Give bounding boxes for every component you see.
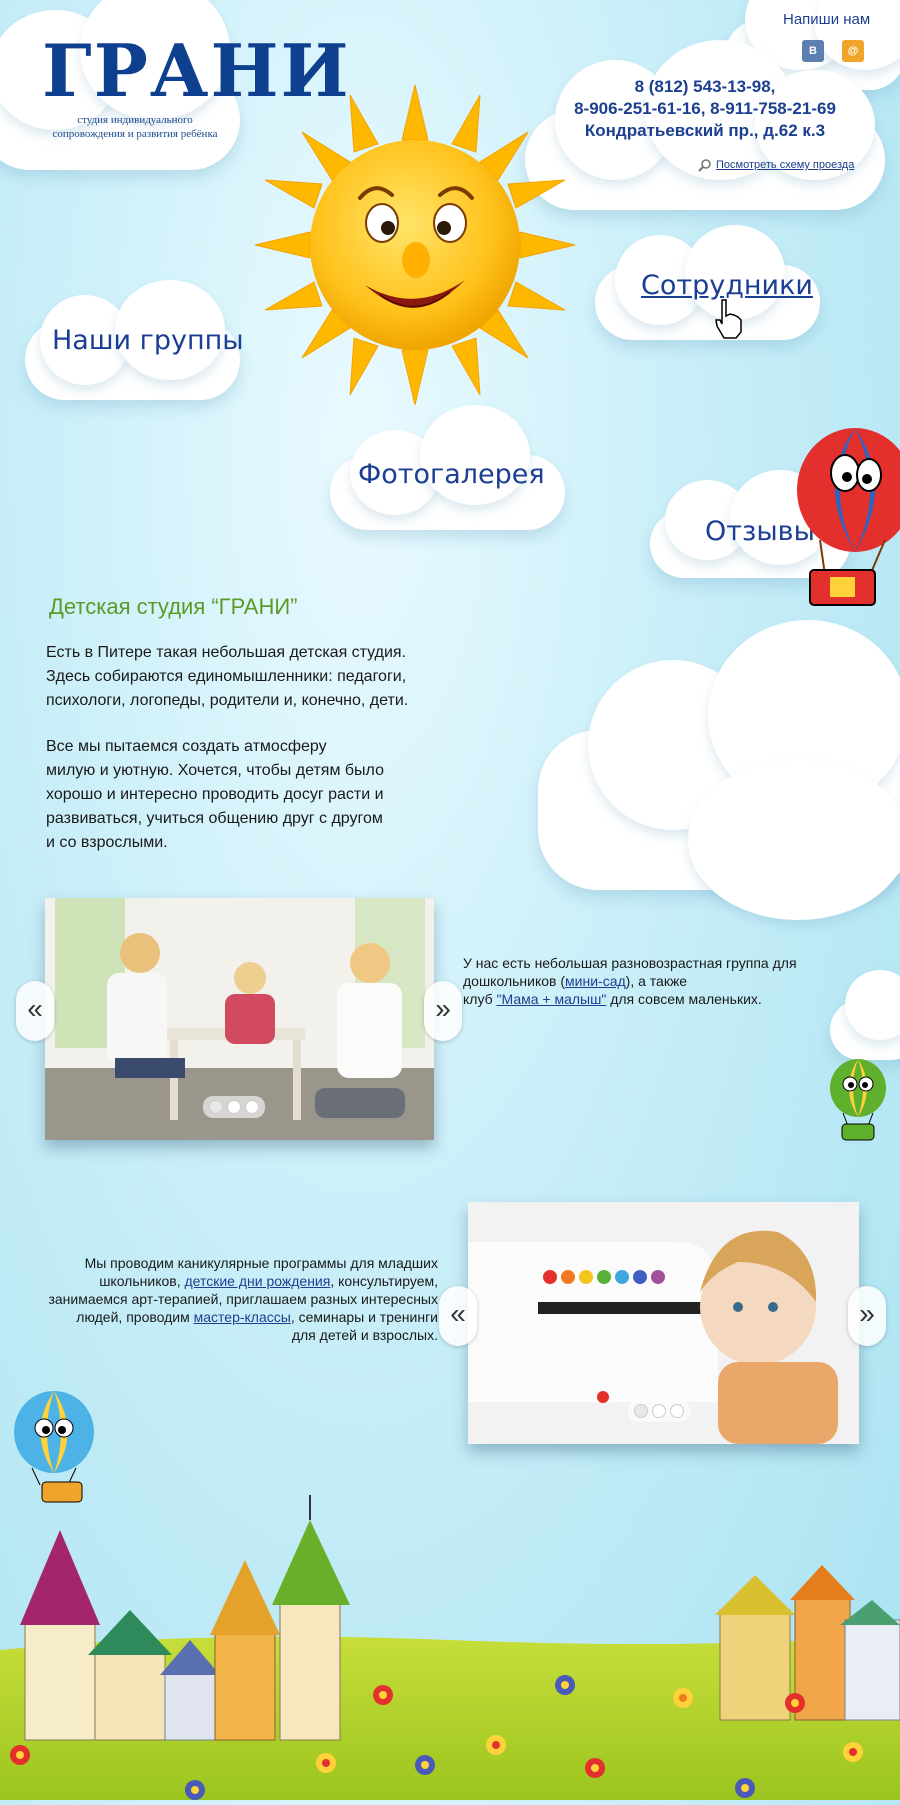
block1-line2: дошкольников (мини-сад), а также [463,972,863,990]
balloon-green-yellow [828,1058,888,1143]
slider2-next-button[interactable]: » [848,1286,886,1346]
block2-line5: для детей и взрослых. [291,1327,438,1343]
phone-1: 8 (812) 543-13-98, [634,77,776,96]
logo-subtitle: студия индивидуального сопровождения и р… [40,113,230,141]
block2-line2: школьников, детские дни рождения, консул… [20,1272,438,1290]
slider1-dot-3[interactable] [245,1100,259,1114]
intro-p2-line5: и со взрослыми. [46,834,168,851]
logo-subtitle-line2: сопровождения и развития ребёнка [52,128,218,140]
slider2-dot-2[interactable] [652,1404,666,1418]
footer-landscape [0,1490,900,1800]
hand-cursor-icon [714,298,744,340]
block2-line4: людей, проводим мастер-классы, семинары … [20,1308,438,1326]
block2-line3: занимаемся арт-терапией, приглашаем разн… [48,1291,438,1307]
nav-staff[interactable]: Сотрудники [641,270,813,301]
intro-p2-line2: милую и уютную. Хочется, чтобы детям был… [46,762,384,779]
nav-groups[interactable]: Наши группы [52,325,244,356]
phone-2: 8-906-251-61-16, 8-911-758-21-69 [574,99,836,118]
block2-line2-a: школьников, [99,1273,185,1289]
map-link-row[interactable]: Посмотреть схему проезда [698,158,854,172]
balloon-red-blue [795,425,900,610]
map-link[interactable]: Посмотреть схему проезда [716,159,854,171]
mini-sad-link[interactable]: мини-сад [565,973,626,989]
master-class-link[interactable]: мастер-классы [194,1309,291,1325]
block2-line4-a: людей, проводим [76,1309,194,1325]
balloon-blue-yellow [12,1390,97,1505]
intro-p1-line1: Есть в Питере такая небольшая детская ст… [46,644,407,661]
block1-line3: клуб "Мама + малыш" для совсем маленьких… [463,990,863,1008]
block2-text: Мы проводим каникулярные программы для м… [20,1254,438,1344]
slider1-next-button[interactable]: » [424,981,462,1041]
cloud-large-right [538,620,900,920]
mama-malysh-link[interactable]: "Мама + малыш" [497,991,607,1007]
slider2-prev-button[interactable]: « [439,1286,477,1346]
slider1-pagination [203,1096,265,1118]
block2-line4-b: , семинары и тренинги [290,1309,438,1325]
slider2-dot-1[interactable] [634,1404,648,1418]
slider2-pagination [628,1400,690,1422]
intro-p2-line4: развиваться, учиться общению друг с друг… [46,810,383,827]
block1-line1: У нас есть небольшая разновозрастная гру… [463,955,797,971]
sun-illustration [250,80,580,410]
slider1-dot-1[interactable] [209,1100,223,1114]
block1-line2-b: ), а также [625,973,688,989]
slider2-dot-3[interactable] [670,1404,684,1418]
intro-p2-line1: Все мы пытаемся создать атмосферу [46,738,327,755]
vk-icon[interactable]: В [802,40,824,62]
intro-p1-line2: Здесь собираются единомышленники: педаго… [46,668,407,685]
write-us-label: Напиши нам [783,11,871,28]
intro-p1-line3: психологи, логопеды, родители и, конечно… [46,692,409,709]
block2-line1: Мы проводим каникулярные программы для м… [84,1255,438,1271]
address: Кондратьевский пр., д.62 к.3 [584,121,826,140]
block1-line3-b: для совсем маленьких. [606,991,762,1007]
slider1-dot-2[interactable] [227,1100,241,1114]
nav-gallery[interactable]: Фотогалерея [358,459,545,490]
intro-paragraph-1: Есть в Питере такая небольшая детская ст… [46,641,466,713]
block2-line2-b: , консультируем, [330,1273,438,1289]
block1-text: У нас есть небольшая разновозрастная гру… [463,954,863,1008]
intro-paragraph-2: Все мы пытаемся создать атмосферу милую … [46,735,466,855]
contacts-block: 8 (812) 543-13-98, 8-906-251-61-16, 8-91… [535,76,875,142]
block1-line3-a: клуб [463,991,497,1007]
intro-p2-line3: хорошо и интересно проводить досуг расти… [46,786,384,803]
slider1-prev-button[interactable]: « [16,981,54,1041]
block1-line2-a: дошкольников ( [463,973,566,989]
birthday-link[interactable]: детские дни рождения [184,1273,330,1289]
mail-icon[interactable]: @ [842,40,864,62]
intro-heading: Детская студия “ГРАНИ” [49,594,298,619]
logo-subtitle-line1: студия индивидуального [77,114,193,126]
magnifier-icon [698,158,712,172]
